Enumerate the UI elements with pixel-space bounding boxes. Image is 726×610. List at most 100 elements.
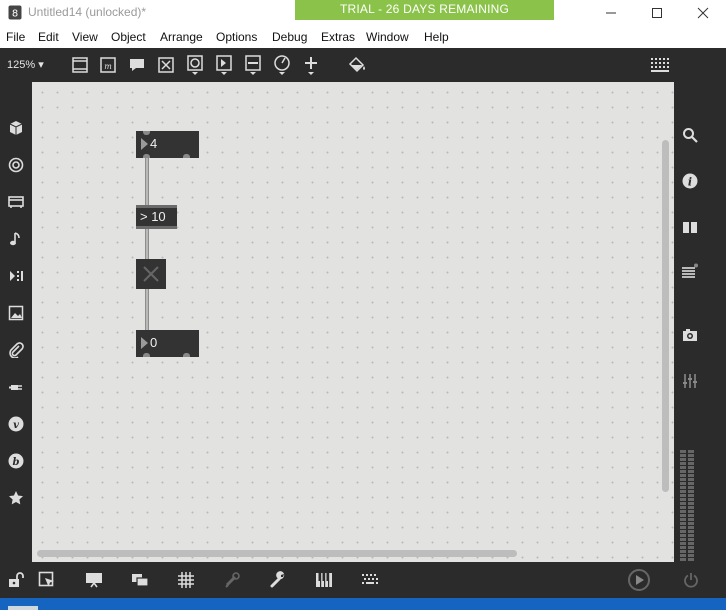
sidebar-music[interactable] [6,229,26,249]
sidebar-signal[interactable] [6,266,26,286]
taskbar-start-indicator[interactable] [8,606,38,610]
reference-book-icon [683,222,697,233]
number-triangle-icon [141,138,148,150]
svg-text:v: v [13,420,19,431]
svg-text:8: 8 [12,9,18,20]
menu-debug[interactable]: Debug [272,30,307,44]
audio-toggle-button[interactable] [627,568,651,592]
menu-arrange[interactable]: Arrange [160,30,203,44]
patch-settings-button[interactable] [268,570,288,590]
format-palette-button[interactable] [347,55,367,75]
menu-window[interactable]: Window [366,30,409,44]
search-icon [683,128,698,143]
menu-options[interactable]: Options [216,30,257,44]
bottom-toolbar [0,562,726,598]
dots-keypad-icon [362,574,378,584]
vertical-scrollbar[interactable] [662,140,669,492]
sidebar-vimeo[interactable]: v [6,414,26,434]
menu-edit[interactable]: Edit [38,30,59,44]
sidebar-mixer[interactable] [680,371,700,391]
lock-icon [9,572,24,587]
minimize-button[interactable] [588,0,634,26]
number-triangle-icon [141,337,148,349]
sidebar-patchers[interactable] [6,192,26,212]
layers-button[interactable] [130,570,150,590]
patcher-icon [8,196,24,208]
presentation-mode-button[interactable] [84,570,104,590]
svg-text:m: m [104,62,112,71]
maximize-button[interactable] [634,0,680,26]
new-toggle-button[interactable] [156,55,176,75]
menu-view[interactable]: View [72,30,98,44]
outlet[interactable] [183,353,190,357]
sidebar-images[interactable] [6,303,26,323]
new-number-button[interactable] [214,55,234,75]
presentation-icon [72,57,88,73]
new-comment-button[interactable] [127,55,147,75]
select-arrow-icon [38,571,54,587]
outlet[interactable] [183,154,190,158]
sidebar-reference[interactable] [680,217,700,237]
menu-help[interactable]: Help [424,30,449,44]
sidebar-snapshots[interactable] [680,325,700,345]
snapshot-camera-icon [683,329,697,341]
grid-button[interactable] [176,570,196,590]
power-button[interactable] [681,570,701,590]
svg-text:i: i [688,176,692,189]
sidebar-plugins[interactable] [6,377,26,397]
minimize-icon [606,12,616,14]
new-dial-button[interactable] [272,55,292,75]
menu-file[interactable]: File [6,30,25,44]
sidebar-console[interactable] [680,262,700,282]
sidebar-bpatchers[interactable]: b [6,451,26,471]
presentation-grid-button[interactable] [650,55,670,75]
presentation-toggle-button[interactable] [37,570,57,590]
toggle-object-icon [158,57,174,73]
zoom-level[interactable]: 125% ▾ [7,58,44,71]
sidebar-audio[interactable] [6,155,26,175]
slider-icon [245,55,261,75]
mixer-icon [683,374,697,388]
patch-cord[interactable] [145,229,149,259]
audio-meter-right [688,450,694,562]
new-slider-button[interactable] [243,55,263,75]
keypad-button[interactable] [360,570,380,590]
paint-bucket-icon [348,56,365,73]
target-icon [8,157,24,173]
sidebar-packages[interactable] [6,118,26,138]
max-window: 8 Untitled14 (unlocked)* TRIAL - 26 DAYS… [0,0,726,610]
menu-object[interactable]: Object [111,30,146,44]
patcher-canvas[interactable]: 4 > 10 0 [32,82,674,562]
outlet[interactable] [143,353,150,357]
sidebar-inspector[interactable]: i [680,171,700,191]
inlet[interactable] [143,131,150,135]
patcher-toolbar: 125% ▾ m [0,48,726,82]
number-box-icon [216,55,232,75]
left-sidebar: v b [0,82,32,562]
close-button[interactable] [680,0,726,26]
package-icon [9,121,23,135]
new-object-button[interactable] [70,55,90,75]
sidebar-clips[interactable] [6,340,26,360]
info-icon: i [682,173,698,189]
menu-extras[interactable]: Extras [321,30,355,44]
patch-cords-button[interactable] [222,570,242,590]
more-objects-button[interactable] [301,55,321,75]
horizontal-scrollbar[interactable] [37,550,517,557]
patch-cord[interactable] [145,289,149,330]
sidebar-favorites[interactable] [6,488,26,508]
max-console-icon [682,263,698,278]
number-box-bottom[interactable]: 0 [136,330,199,357]
title-bar[interactable]: 8 Untitled14 (unlocked)* TRIAL - 26 DAYS… [0,0,726,26]
bpatcher-icon: b [8,453,24,469]
sidebar-search[interactable] [680,125,700,145]
new-button-button[interactable] [185,55,205,75]
lock-button[interactable] [6,570,26,590]
keyboard-button[interactable] [314,570,334,590]
toggle-object[interactable] [136,259,166,289]
new-message-button[interactable]: m [98,55,118,75]
patch-cord[interactable] [145,158,149,205]
power-icon [684,573,698,588]
comparison-object[interactable]: > 10 [136,205,177,229]
number-box-top[interactable]: 4 [136,131,199,158]
